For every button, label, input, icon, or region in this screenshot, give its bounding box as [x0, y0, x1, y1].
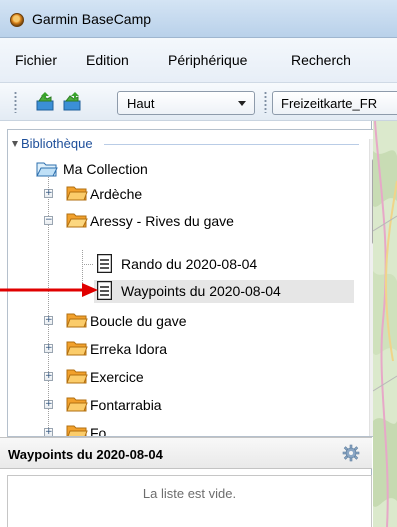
- detail-title: Waypoints du 2020-08-04: [8, 447, 163, 462]
- menu-bar: Fichier Edition Périphérique Recherch: [0, 38, 397, 83]
- view-select[interactable]: Haut: [117, 91, 255, 115]
- section-divider: [104, 144, 359, 145]
- detail-header: Waypoints du 2020-08-04: [0, 437, 372, 469]
- tree-row-folder[interactable]: + Erreka Idora: [8, 338, 363, 361]
- tree-row-folder[interactable]: + Boucle du gave: [8, 310, 363, 333]
- new-list-icon[interactable]: [35, 91, 55, 113]
- expand-icon[interactable]: +: [44, 344, 53, 353]
- list-label: Rando du 2020-08-04: [121, 256, 258, 272]
- tree-row-folder[interactable]: + Exercice: [8, 366, 363, 389]
- empty-list-message: La liste est vide.: [142, 486, 237, 501]
- folder-label: Aressy - Rives du gave: [90, 213, 234, 229]
- tree-row-folder[interactable]: + Ardèche: [8, 183, 363, 206]
- folder-icon: [66, 341, 88, 356]
- tree-row-list-selected[interactable]: Waypoints du 2020-08-04: [94, 280, 354, 303]
- menu-peripherique[interactable]: Périphérique: [168, 52, 247, 68]
- collapse-triangle-icon[interactable]: [12, 141, 18, 147]
- app-icon: [10, 13, 24, 27]
- library-panel: Bibliothèque Ma Collection + Ardèche − A…: [0, 121, 383, 527]
- tree-row-library[interactable]: Bibliothèque: [8, 133, 368, 156]
- map-product-value: Freizeitkarte_FR: [281, 96, 378, 111]
- list-label: Waypoints du 2020-08-04: [121, 283, 281, 299]
- tree-row-folder[interactable]: − Aressy - Rives du gave: [8, 210, 363, 233]
- library-root-label: Bibliothèque: [21, 136, 93, 151]
- window-title: Garmin BaseCamp: [32, 11, 152, 27]
- map-product-select[interactable]: Freizeitkarte_FR: [272, 91, 397, 115]
- folder-label: Ardèche: [90, 186, 143, 202]
- toolbar-separator: [264, 91, 267, 113]
- expand-icon[interactable]: +: [44, 189, 53, 198]
- view-select-value: Haut: [127, 96, 155, 111]
- expand-icon[interactable]: +: [44, 372, 53, 381]
- toolbar-grip[interactable]: [14, 91, 17, 113]
- folder-icon: [66, 313, 88, 328]
- folder-icon: [66, 369, 88, 384]
- title-bar[interactable]: Garmin BaseCamp: [0, 0, 397, 38]
- folder-icon: [66, 397, 88, 412]
- expand-icon[interactable]: +: [44, 400, 53, 409]
- folder-label: Boucle du gave: [90, 313, 187, 329]
- expand-icon[interactable]: +: [44, 316, 53, 325]
- tree-row-folder[interactable]: + Fo...: [8, 422, 363, 437]
- menu-fichier[interactable]: Fichier: [15, 52, 57, 68]
- waypoint-list[interactable]: La liste est vide.: [7, 475, 372, 527]
- folder-icon: [66, 425, 88, 436]
- open-folder-icon: [66, 213, 88, 228]
- folder-label: Exercice: [90, 369, 144, 385]
- folder-icon: [66, 186, 88, 201]
- list-icon: [97, 254, 112, 273]
- toolbar: Haut Freizeitkarte_FR: [0, 83, 397, 121]
- annotation-arrow: [0, 283, 98, 297]
- tree-row-folder[interactable]: + Fontarrabia: [8, 394, 363, 417]
- new-folder-icon[interactable]: [62, 91, 82, 113]
- expand-icon[interactable]: +: [44, 428, 53, 436]
- app-window: Garmin BaseCamp Fichier Edition Périphér…: [0, 0, 397, 527]
- folder-label: Fo...: [90, 425, 119, 437]
- tree-row-collection[interactable]: Ma Collection: [8, 158, 368, 181]
- gear-icon[interactable]: [342, 444, 360, 462]
- map-view[interactable]: [373, 121, 397, 527]
- menu-recherche[interactable]: Recherch: [291, 52, 351, 68]
- menu-edition[interactable]: Edition: [86, 52, 129, 68]
- open-folder-icon: [36, 162, 58, 177]
- collection-label: Ma Collection: [63, 161, 148, 177]
- folder-label: Erreka Idora: [90, 341, 168, 357]
- tree-row-list[interactable]: Rando du 2020-08-04: [8, 253, 363, 276]
- chevron-down-icon: [238, 101, 246, 106]
- folder-label: Fontarrabia: [90, 397, 162, 413]
- collapse-icon[interactable]: −: [44, 216, 53, 225]
